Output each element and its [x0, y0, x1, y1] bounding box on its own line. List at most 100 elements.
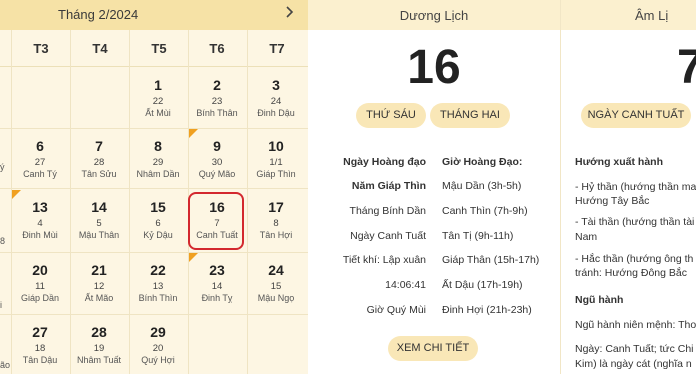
current-time: 14:06:41	[385, 279, 426, 291]
month-calendar: Tháng 2/2024 T3 T4 T5 T6 T7 ý 8 i ão 1 2…	[0, 0, 308, 374]
solar-day: 15	[150, 199, 166, 215]
direction-line: Nam	[575, 231, 598, 243]
solar-day: 23	[209, 262, 225, 278]
solar-day: 17	[268, 199, 284, 215]
hoang-dao-hour: Đinh Hợi (21h-23h)	[442, 304, 532, 316]
day-cell[interactable]: 3 24 Đinh Dậu	[248, 68, 304, 124]
can-chi: Canh Tý	[23, 169, 57, 179]
day-cell[interactable]: 10 1/1 Giáp Thìn	[248, 129, 304, 185]
day-cell[interactable]: 8 29 Nhâm Dần	[130, 129, 186, 185]
day-cell[interactable]: 2 23 Bính Thân	[189, 68, 245, 124]
solar-day: 3	[272, 77, 280, 93]
hoang-dao-hour: Mậu Dần (3h-5h)	[442, 180, 522, 192]
can-chi: Bính Thân	[196, 108, 238, 118]
can-chi: Bính Thìn	[138, 293, 178, 303]
day-cell[interactable]: 9 30 Quý Mão	[189, 129, 245, 185]
lunar-day: 29	[152, 157, 164, 168]
weekday-label: T5	[151, 41, 167, 56]
can-chi: Nhâm Dần	[136, 169, 180, 179]
day-cell[interactable]: 13 4 Đinh Mùi	[12, 190, 68, 246]
can-chi: Tân Hợi	[259, 230, 293, 240]
day-cell[interactable]: 24 15 Mậu Ngọ	[248, 253, 304, 309]
edge-label: ão	[0, 360, 11, 370]
can-chi: Mậu Ngọ	[257, 293, 295, 303]
lunar-day-badge: NGÀY CANH TUẤT	[581, 103, 691, 128]
can-chi: Quý Mão	[198, 169, 236, 179]
day-cell[interactable]: 23 14 Đinh Tỵ	[189, 253, 245, 309]
direction-line: - Hỷ thần (hướng thần ma	[575, 181, 696, 193]
weekday-label: T3	[33, 41, 49, 56]
lunar-day: 19	[93, 343, 105, 354]
lunar-day: 22	[152, 96, 164, 107]
day-can-chi: Ngày Canh Tuất	[350, 230, 426, 242]
day-cell[interactable]: 7 28 Tân Sửu	[71, 129, 127, 185]
hour-can-chi: Giờ Quý Mùi	[366, 304, 426, 316]
day-cell[interactable]: 29 20 Quý Hợi	[130, 315, 186, 371]
direction-line: - Hắc thần (hướng ông th	[575, 253, 694, 265]
lunar-day: 5	[96, 218, 102, 229]
edge-label: ý	[0, 162, 5, 172]
day-cell[interactable]: 15 6 Kỷ Dậu	[130, 190, 186, 246]
hoang-dao-hours-title: Giờ Hoàng Đạo:	[442, 156, 523, 168]
edge-label: i	[0, 300, 2, 310]
can-chi: Nhâm Tuất	[76, 355, 122, 365]
solar-header: Dương Lịch	[308, 0, 560, 30]
lunar-day: 30	[211, 157, 223, 168]
grid-line	[0, 188, 308, 189]
hoang-dao-day: Ngày Hoàng đạo	[343, 156, 426, 168]
lunar-day: 14	[211, 281, 223, 292]
lunar-day: 8	[273, 218, 279, 229]
can-chi: Quý Hợi	[141, 355, 175, 365]
can-chi: Mậu Thân	[78, 230, 120, 240]
day-cell[interactable]: 1 22 Ất Mùi	[130, 68, 186, 124]
solar-day: 24	[268, 262, 284, 278]
can-chi: Ất Mão	[84, 293, 114, 303]
solar-day: 22	[150, 262, 166, 278]
calendar-page: Tháng 2/2024 T3 T4 T5 T6 T7 ý 8 i ão 1 2…	[0, 0, 696, 374]
lunar-day: 12	[93, 281, 105, 292]
solar-day: 10	[268, 138, 284, 154]
selected-day-outline	[188, 192, 244, 250]
chevron-right-icon[interactable]	[283, 5, 295, 22]
day-cell[interactable]: 17 8 Tân Hợi	[248, 190, 304, 246]
lunar-title: Âm Lị	[635, 8, 669, 23]
lunar-big-day: 7	[677, 40, 696, 95]
direction-line: - Tài thần (hướng thần tài	[575, 216, 695, 228]
solar-panel: Dương Lịch 16 THỨ SÁU THÁNG HAI Ngày Hoà…	[308, 0, 560, 374]
solar-day: 7	[95, 138, 103, 154]
day-cell[interactable]: 28 19 Nhâm Tuất	[71, 315, 127, 371]
lunar-panel: Âm Lị 7 NGÀY CANH TUẤT Hướng xuất hành -…	[560, 0, 696, 374]
element-line: Kim) là ngày cát (nghĩa n	[575, 358, 692, 370]
solar-big-day: 16	[407, 41, 461, 94]
lunar-day: 4	[37, 218, 43, 229]
day-cell[interactable]: 21 12 Ất Mão	[71, 253, 127, 309]
can-chi: Đinh Tỵ	[201, 293, 233, 303]
lunar-day: 20	[152, 343, 164, 354]
day-cell[interactable]: 27 18 Tân Dậu	[12, 315, 68, 371]
day-cell[interactable]: 6 27 Canh Tý	[12, 129, 68, 185]
day-cell[interactable]: 14 5 Mậu Thân	[71, 190, 127, 246]
solar-day: 8	[154, 138, 162, 154]
solar-day: 9	[213, 138, 221, 154]
direction-line: Hướng Tây Bắc	[575, 195, 650, 207]
weekday-label: T4	[92, 41, 108, 56]
solar-day: 6	[36, 138, 44, 154]
lunar-day: 13	[152, 281, 164, 292]
calendar-header: Tháng 2/2024	[0, 0, 308, 30]
year-can-chi: Năm Giáp Thìn	[351, 180, 426, 192]
hoang-dao-hour: Giáp Thân (15h-17h)	[442, 254, 540, 266]
day-cell[interactable]: 20 11 Giáp Dần	[12, 253, 68, 309]
can-chi: Tân Dậu	[22, 355, 58, 365]
solar-day: 27	[32, 324, 48, 340]
lunar-day: 11	[35, 281, 45, 292]
lunar-day: 28	[93, 157, 105, 168]
view-detail-button[interactable]: XEM CHI TIẾT	[388, 336, 478, 361]
day-cell[interactable]: 22 13 Bính Thìn	[130, 253, 186, 309]
can-chi: Giáp Dần	[20, 293, 60, 303]
weekday-header: T3 T4 T5 T6 T7	[0, 30, 308, 67]
solar-day: 28	[91, 324, 107, 340]
direction-title: Hướng xuất hành	[575, 156, 663, 168]
lunar-day: 6	[155, 218, 161, 229]
month-badge: THÁNG HAI	[430, 103, 510, 128]
hoang-dao-hour: Tân Tị (9h-11h)	[442, 230, 514, 242]
